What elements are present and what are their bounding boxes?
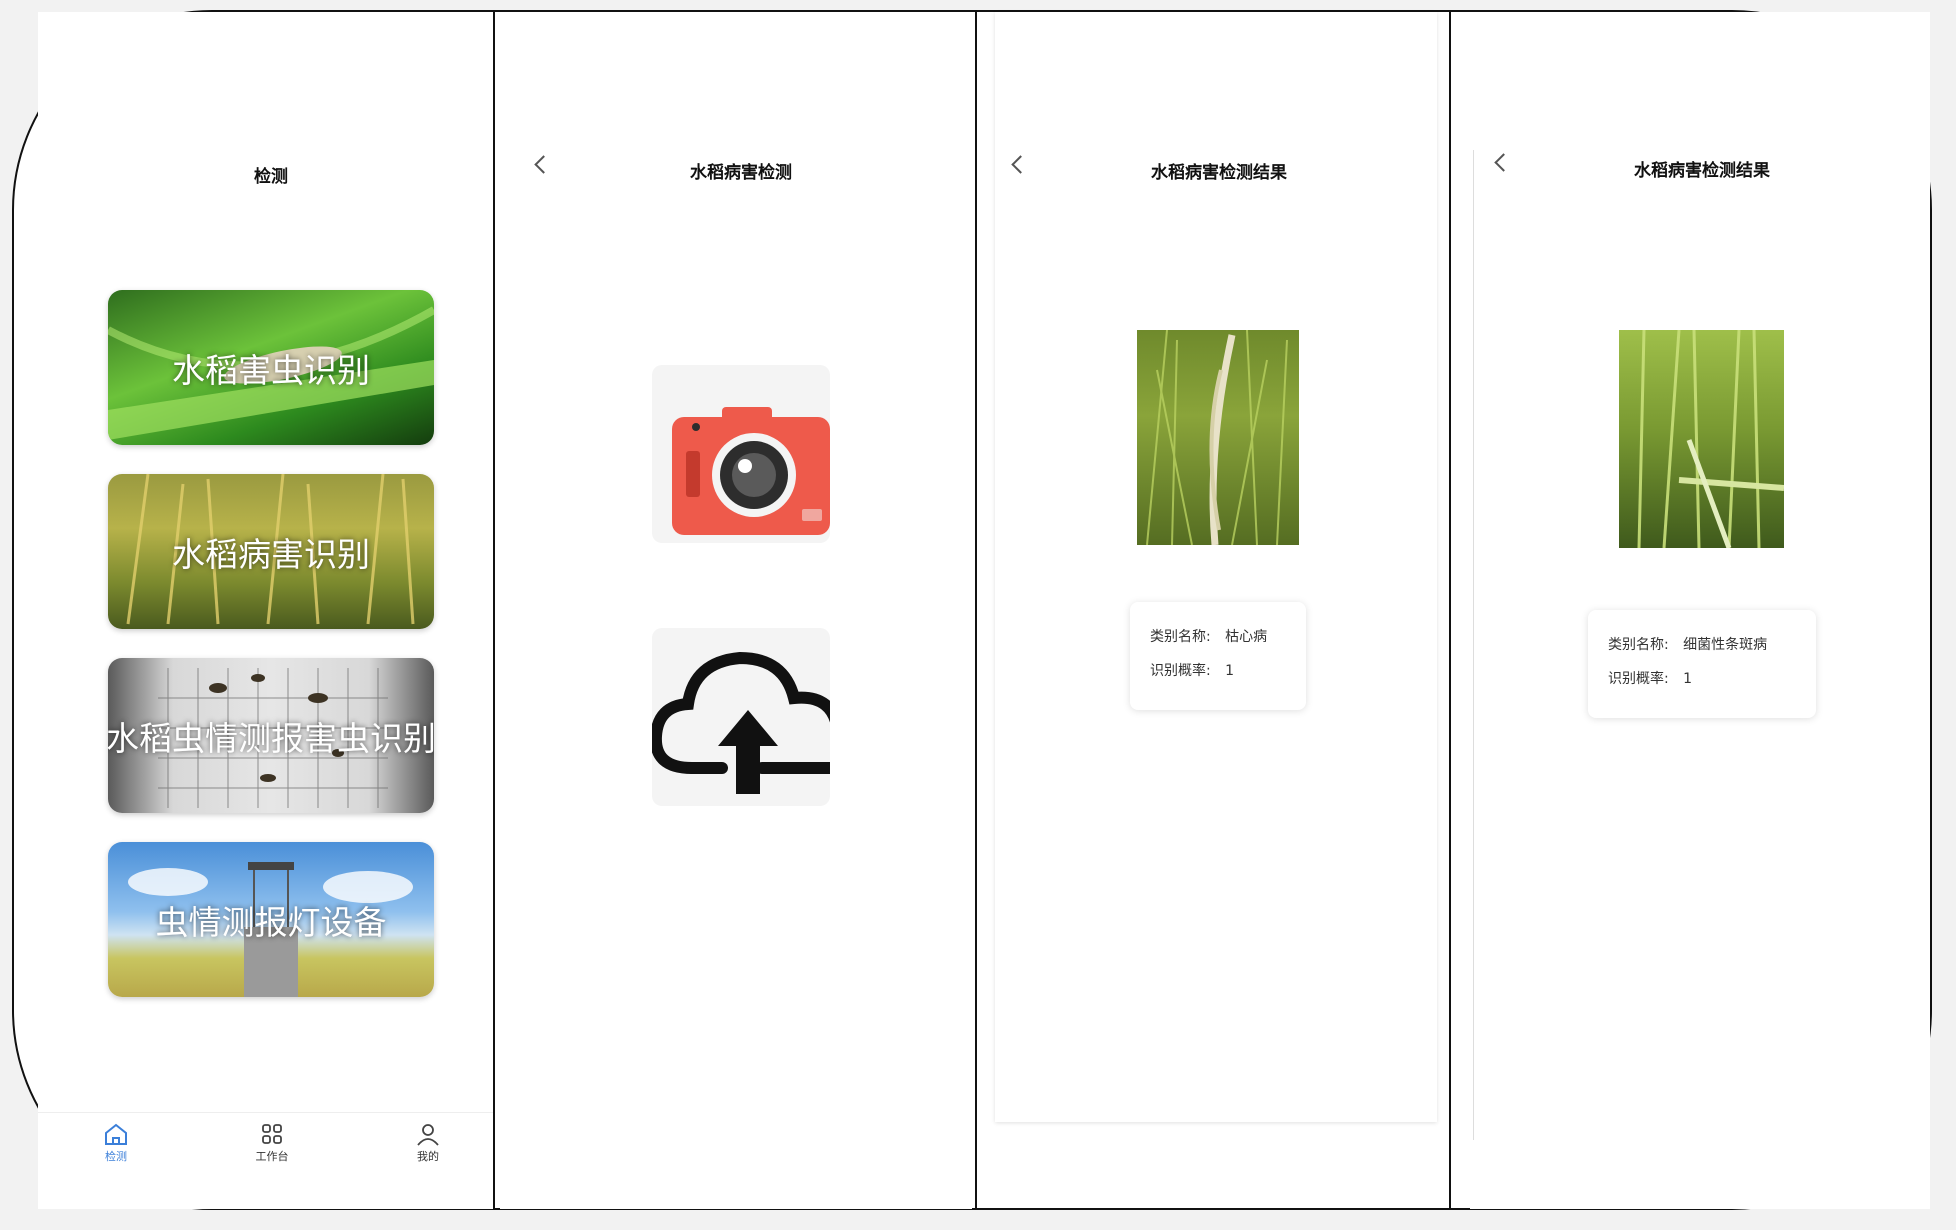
cloud-upload-icon (652, 651, 830, 794)
user-icon (417, 1124, 439, 1146)
page-title: 水稻病害检测结果 (1151, 163, 1287, 183)
tab-label: 检测 (105, 1150, 127, 1163)
page-title: 水稻病害检测结果 (1634, 161, 1770, 181)
screen-divider (1449, 12, 1451, 1210)
screen-divider (975, 12, 977, 1210)
tab-workbench[interactable]: 工作台 (242, 1122, 302, 1164)
card-pest-recognition[interactable]: 水稻害虫识别 (108, 290, 434, 445)
card-forecast-lamp-device[interactable]: 虫情测报灯设备 (108, 842, 434, 997)
tab-detect[interactable]: 检测 (86, 1122, 146, 1164)
card-label: 水稻虫情测报害虫识别 (108, 718, 434, 758)
screen-divider (493, 12, 495, 1210)
probability-label: 识别概率: (1150, 663, 1211, 679)
page-title: 水稻病害检测 (690, 163, 792, 183)
category-label: 类别名称: (1150, 629, 1211, 645)
result-card: 类别名称: 细菌性条斑病 识别概率: 1 (1588, 610, 1816, 718)
probability-label: 识别概率: (1608, 671, 1669, 687)
result-card: 类别名称: 枯心病 识别概率: 1 (1130, 602, 1306, 710)
card-label: 虫情测报灯设备 (155, 902, 387, 942)
category-label: 类别名称: (1608, 637, 1669, 653)
tab-mine[interactable]: 我的 (398, 1122, 458, 1164)
grid-icon (262, 1124, 282, 1144)
page-title: 检测 (254, 167, 288, 187)
camera-icon (672, 407, 830, 535)
card-disease-recognition[interactable]: 水稻病害识别 (108, 474, 434, 629)
tab-label: 我的 (417, 1150, 439, 1163)
camera-button[interactable] (652, 365, 830, 543)
screen-disease-detect (500, 12, 972, 1209)
probability-value: 1 (1683, 671, 1693, 687)
category-value: 枯心病 (1225, 629, 1268, 645)
upload-button[interactable] (652, 628, 830, 806)
card-forecast-pest-recognition[interactable]: 水稻虫情测报害虫识别 (108, 658, 434, 813)
category-value: 细菌性条斑病 (1683, 637, 1768, 653)
detected-image (1619, 330, 1784, 548)
card-label: 水稻病害识别 (172, 534, 370, 574)
detected-image (1137, 330, 1299, 545)
tab-label: 工作台 (255, 1150, 289, 1163)
probability-value: 1 (1225, 663, 1235, 679)
card-label: 水稻害虫识别 (172, 350, 370, 390)
home-icon (105, 1123, 127, 1145)
